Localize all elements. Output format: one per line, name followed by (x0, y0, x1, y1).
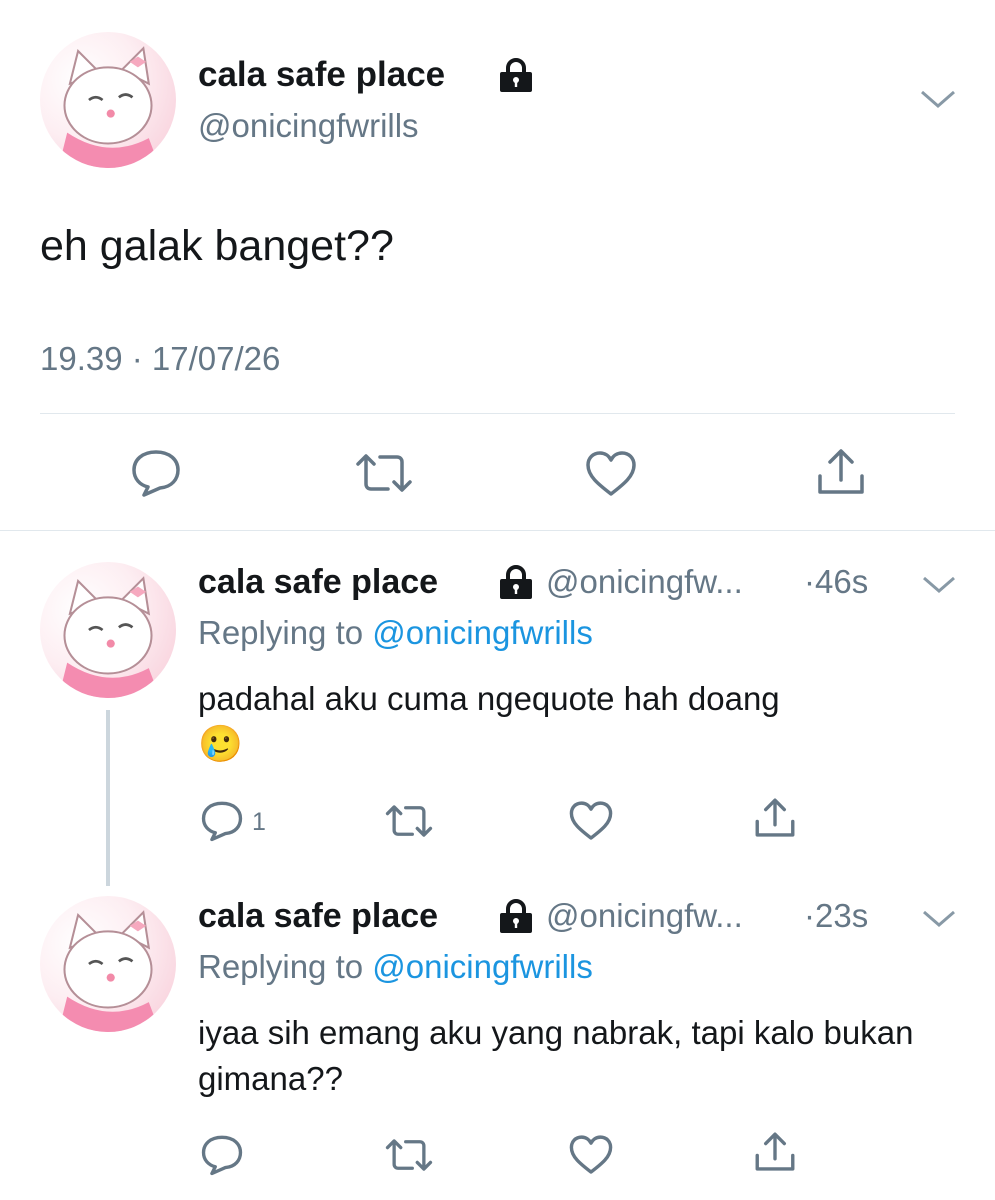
display-name[interactable]: cala safe place (198, 897, 438, 936)
reply-icon[interactable] (130, 448, 182, 498)
like-icon[interactable] (568, 1134, 614, 1176)
time-ago[interactable]: ·23s (804, 897, 868, 935)
avatar[interactable] (40, 896, 176, 1032)
avatar[interactable] (40, 32, 176, 168)
chevron-down-icon[interactable] (920, 574, 958, 596)
chevron-down-icon[interactable] (918, 86, 958, 112)
thread-line (106, 710, 110, 886)
divider (40, 413, 955, 414)
lock-icon (497, 57, 535, 93)
mention-link[interactable]: @onicingfwrills (372, 948, 593, 985)
replying-to: Replying to @onicingfwrills (198, 614, 593, 652)
reply-icon[interactable] (200, 800, 244, 842)
retweet-icon[interactable] (384, 1136, 434, 1174)
avatar[interactable] (40, 562, 176, 698)
handle[interactable]: @onicingfwrills (198, 107, 419, 145)
handle[interactable]: @onicingfw... (546, 563, 743, 601)
like-icon[interactable] (568, 800, 614, 842)
retweet-icon[interactable] (354, 450, 414, 496)
tweet-text: iyaa sih emang aku yang nabrak, tapi kal… (198, 1014, 914, 1097)
share-icon[interactable] (752, 1130, 798, 1174)
replying-prefix: Replying to (198, 948, 373, 985)
reply-icon[interactable] (200, 1134, 244, 1176)
replying-prefix: Replying to (198, 614, 373, 651)
lock-icon (497, 898, 535, 934)
share-icon[interactable] (814, 446, 868, 498)
handle[interactable]: @onicingfw... (546, 897, 743, 935)
tweet-text: eh galak banget?? (40, 222, 394, 270)
tweet-text: padahal aku cuma ngequote hah doang 🥲 (198, 676, 958, 768)
chevron-down-icon[interactable] (920, 908, 958, 930)
emoji-smiling-tear: 🥲 (198, 724, 243, 765)
display-name[interactable]: cala safe place (198, 55, 445, 95)
timestamp[interactable]: 19.39 · 17/07/26 (40, 340, 280, 378)
share-icon[interactable] (752, 796, 798, 840)
time-ago[interactable]: ·46s (804, 563, 868, 601)
mention-link[interactable]: @onicingfwrills (372, 614, 593, 651)
display-name[interactable]: cala safe place (198, 563, 438, 602)
divider (0, 530, 995, 531)
reply-count: 1 (252, 808, 266, 836)
tweet-text-body: padahal aku cuma ngequote hah doang (198, 680, 780, 717)
retweet-icon[interactable] (384, 802, 434, 840)
replying-to: Replying to @onicingfwrills (198, 948, 593, 986)
lock-icon (497, 564, 535, 600)
like-icon[interactable] (584, 450, 638, 498)
